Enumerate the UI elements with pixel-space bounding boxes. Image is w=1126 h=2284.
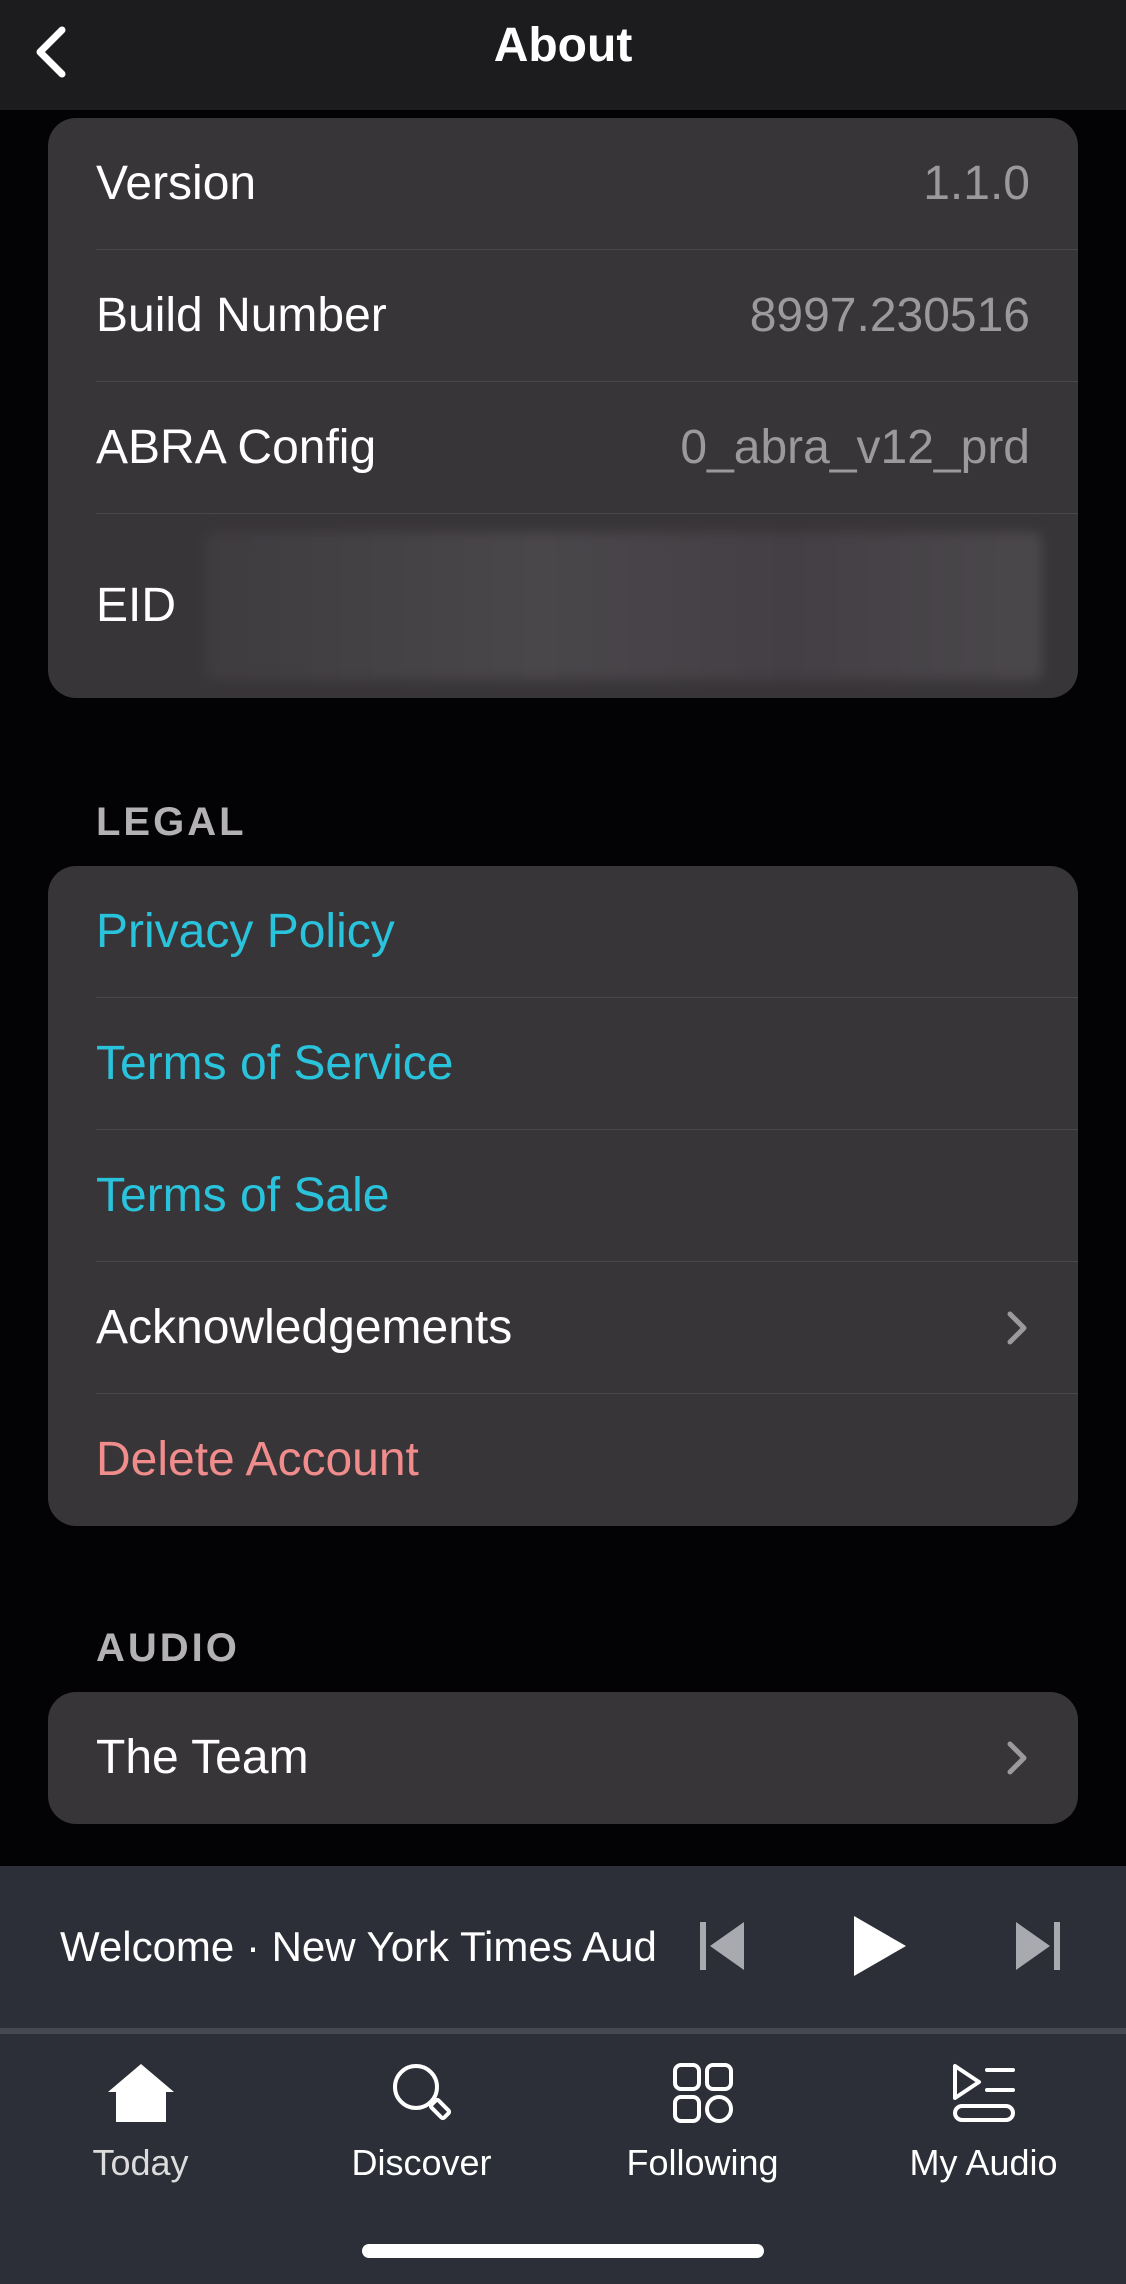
version-row: Version 1.1.0	[48, 118, 1078, 250]
tab-following-label: Following	[626, 2142, 779, 2183]
home-icon	[107, 2064, 174, 2122]
build-number-row: Build Number 8997.230516	[48, 250, 1078, 382]
legal-section-header: LEGAL	[96, 800, 247, 844]
acknowledgements-label: Acknowledgements	[96, 1301, 513, 1354]
privacy-policy-label: Privacy Policy	[96, 905, 395, 958]
privacy-policy-link[interactable]: Privacy Policy	[48, 866, 1078, 998]
delete-account-label: Delete Account	[96, 1433, 419, 1486]
the-team-label: The Team	[96, 1731, 309, 1784]
audio-card: The Team	[48, 1692, 1078, 1824]
tab-bar: Today Discover Following My Audio	[0, 2034, 1126, 2284]
legal-card: Privacy Policy Terms of Service Terms of…	[48, 866, 1078, 1526]
the-team-row[interactable]: The Team	[48, 1692, 1078, 1824]
audio-section-header: AUDIO	[96, 1626, 240, 1670]
skip-next-icon	[1016, 1922, 1060, 1970]
chevron-right-icon	[1007, 1741, 1027, 1775]
skip-previous-icon	[700, 1922, 744, 1970]
next-button[interactable]	[1012, 1918, 1062, 1979]
version-label: Version	[96, 157, 257, 210]
eid-label: EID	[96, 579, 177, 632]
tab-my-audio-label: My Audio	[909, 2142, 1058, 2183]
previous-button[interactable]	[698, 1918, 748, 1979]
acknowledgements-row[interactable]: Acknowledgements	[48, 1262, 1078, 1394]
play-button[interactable]	[850, 1912, 910, 1985]
terms-of-service-link[interactable]: Terms of Service	[48, 998, 1078, 1130]
tab-today[interactable]: Today	[0, 2034, 281, 2204]
delete-account-button[interactable]: Delete Account	[48, 1394, 1078, 1526]
app-info-card: Version 1.1.0 Build Number 8997.230516 A…	[48, 118, 1078, 698]
grid-icon	[672, 2063, 733, 2123]
abra-config-row: ABRA Config 0_abra_v12_prd	[48, 382, 1078, 514]
navigation-bar: About	[0, 0, 1126, 110]
eid-row: EID	[48, 514, 1078, 698]
tab-discover[interactable]: Discover	[281, 2034, 562, 2204]
build-number-label: Build Number	[96, 289, 387, 342]
play-icon	[854, 1916, 906, 1976]
build-number-value: 8997.230516	[749, 289, 1030, 342]
chevron-right-icon	[1007, 1311, 1027, 1345]
tab-today-label: Today	[92, 2142, 189, 2183]
terms-of-service-label: Terms of Service	[96, 1037, 454, 1090]
terms-of-sale-link[interactable]: Terms of Sale	[48, 1130, 1078, 1262]
search-icon	[392, 2064, 451, 2121]
tab-following[interactable]: Following	[562, 2034, 843, 2204]
terms-of-sale-label: Terms of Sale	[96, 1169, 390, 1222]
tab-discover-label: Discover	[351, 2142, 492, 2183]
now-playing-title[interactable]: Welcome · New York Times Audio	[60, 1866, 655, 2028]
eid-value-redacted	[204, 532, 1042, 680]
home-indicator	[362, 2244, 764, 2258]
tab-my-audio[interactable]: My Audio	[843, 2034, 1124, 2204]
abra-config-value: 0_abra_v12_prd	[680, 421, 1030, 474]
version-value: 1.1.0	[923, 157, 1030, 210]
page-title: About	[493, 19, 633, 72]
playlist-icon	[952, 2064, 1015, 2122]
mini-player[interactable]: Welcome · New York Times Audio	[0, 1866, 1126, 2028]
abra-config-label: ABRA Config	[96, 421, 377, 474]
